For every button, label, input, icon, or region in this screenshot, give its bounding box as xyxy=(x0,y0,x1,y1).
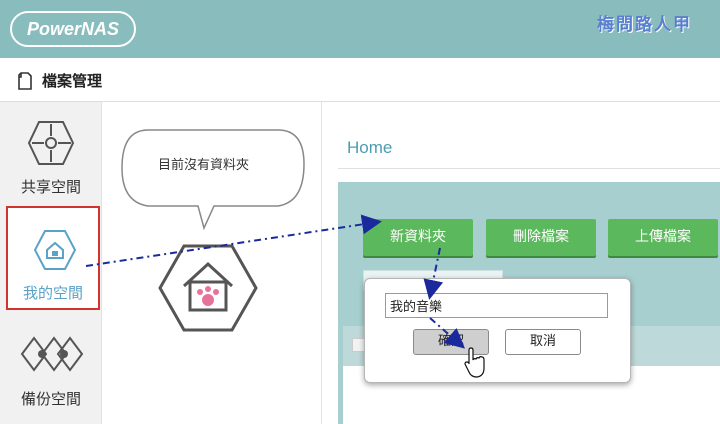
powernas-logo[interactable]: PowerNAS xyxy=(10,11,136,47)
page-title-bar: 檔案管理 xyxy=(0,58,720,102)
sidebar-item-label: 我的空間 xyxy=(22,284,83,302)
sidebar: 共享空間 我的空間 備份空間 xyxy=(0,102,102,424)
folder-tree-panel: 目前沒有資料夾 xyxy=(102,102,322,424)
divider xyxy=(338,168,720,169)
sidebar-item-my-space[interactable]: 我的空間 xyxy=(6,206,100,310)
new-folder-button[interactable]: 新資料夾 xyxy=(363,219,473,256)
sidebar-item-label: 共享空間 xyxy=(20,178,81,196)
house-paw-icon xyxy=(158,242,258,338)
home-hexagon-icon xyxy=(33,228,77,276)
cancel-button[interactable]: 取消 xyxy=(505,329,581,355)
confirm-button[interactable]: 確認 xyxy=(413,329,489,355)
folder-name-input[interactable] xyxy=(385,293,608,318)
speech-bubble xyxy=(121,129,305,231)
backup-hexagon-icon xyxy=(20,332,84,380)
app-header: PowerNAS 梅問路人甲 xyxy=(0,0,720,58)
upload-files-button[interactable]: 上傳檔案 xyxy=(608,219,718,256)
puzzle-icon xyxy=(27,120,75,170)
breadcrumb-home[interactable]: Home xyxy=(347,138,392,158)
sidebar-item-label: 備份空間 xyxy=(20,390,81,408)
file-icon xyxy=(18,72,32,94)
watermark: 梅問路人甲 xyxy=(597,15,692,35)
empty-folder-message: 目前沒有資料夾 xyxy=(158,158,250,173)
delete-files-button[interactable]: 刪除檔案 xyxy=(486,219,596,256)
logo-text: PowerNAS xyxy=(26,19,120,39)
sidebar-item-backup-space[interactable]: 備份空間 xyxy=(0,318,102,422)
sidebar-item-shared-space[interactable]: 共享空間 xyxy=(0,102,102,206)
page-title: 檔案管理 xyxy=(42,72,103,90)
